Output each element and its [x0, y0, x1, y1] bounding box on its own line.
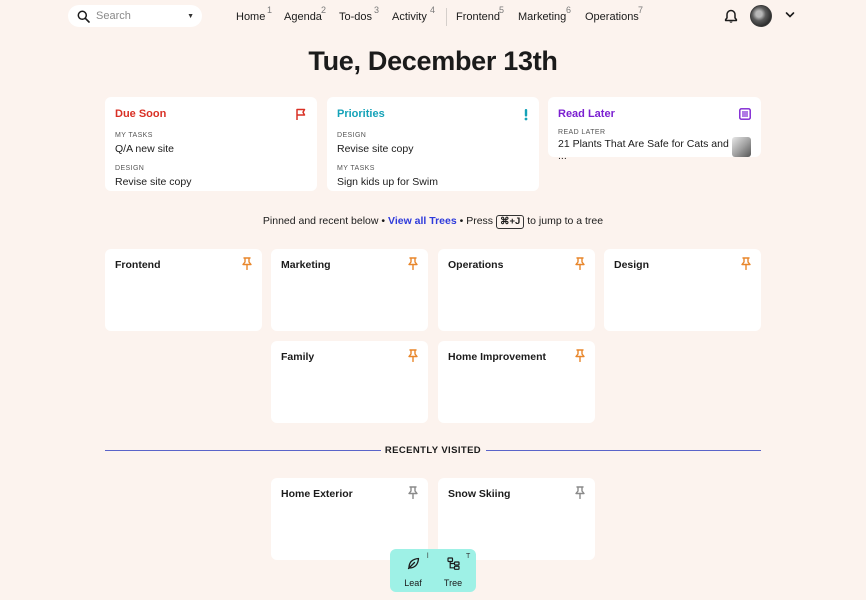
- nav-marketing[interactable]: Marketing 6: [518, 5, 571, 23]
- priorities-card[interactable]: Priorities DESIGN Revise site copy MY TA…: [327, 97, 539, 191]
- exclamation-icon: [524, 108, 528, 120]
- pin-icon[interactable]: [575, 349, 585, 362]
- pin-icon[interactable]: [242, 257, 252, 270]
- tree-card-operations[interactable]: Operations: [438, 249, 595, 331]
- pinned-hint-middle: • Press: [459, 215, 494, 227]
- nav-home[interactable]: Home 1: [236, 5, 272, 23]
- leaf-shortcut: l: [427, 553, 429, 560]
- pin-icon[interactable]: [741, 257, 751, 270]
- tree-card-marketing[interactable]: Marketing: [271, 249, 428, 331]
- task-group-label: MY TASKS: [115, 132, 153, 139]
- nav-frontend[interactable]: Frontend 5: [456, 5, 504, 23]
- tree-label: Tree: [443, 578, 463, 588]
- nav-activity-label: Activity: [392, 11, 427, 23]
- read-later-card[interactable]: Read Later READ LATER 21 Plants That Are…: [548, 97, 761, 162]
- create-action-bar: Leaf l Tree T: [390, 549, 476, 592]
- tree-card-family[interactable]: Family: [271, 341, 428, 423]
- nav-frontend-label: Frontend: [456, 11, 501, 23]
- flag-icon: [296, 108, 306, 120]
- priorities-title: Priorities: [337, 108, 385, 120]
- tree-name: Home Improvement: [448, 351, 547, 363]
- nav-home-label: Home: [236, 11, 266, 23]
- pin-icon[interactable]: [408, 349, 418, 362]
- task-item[interactable]: Sign kids up for Swim: [337, 176, 529, 188]
- page-title: Tue, December 13th: [308, 46, 558, 76]
- nav-shortcut: 7: [638, 5, 644, 15]
- tree-name: Frontend: [115, 259, 161, 271]
- tree-card-frontend[interactable]: Frontend: [105, 249, 262, 331]
- nav-operations[interactable]: Operations 7: [585, 5, 643, 23]
- task-group-label: DESIGN: [337, 132, 367, 139]
- nav-shortcut: 3: [374, 5, 380, 15]
- search-icon: [77, 10, 90, 23]
- pin-icon[interactable]: [408, 486, 418, 499]
- task-item[interactable]: Revise site copy: [115, 176, 307, 188]
- search-box[interactable]: ▼: [68, 5, 202, 27]
- tree-card-home-improvement[interactable]: Home Improvement: [438, 341, 595, 423]
- leaf-label: Leaf: [404, 578, 422, 588]
- tree-shortcut: T: [466, 553, 471, 560]
- tree-name: Design: [614, 259, 650, 271]
- leaf-icon: [407, 557, 419, 570]
- chevron-down-icon[interactable]: [785, 11, 795, 19]
- notifications-bell-icon[interactable]: [724, 9, 738, 24]
- read-later-title: Read Later: [558, 108, 615, 120]
- read-later-item[interactable]: 21 Plants That Are Safe for Cats and ...: [558, 138, 732, 162]
- due-soon-card[interactable]: Due Soon MY TASKS Q/A new site DESIGN Re…: [105, 97, 317, 191]
- list-icon: [739, 108, 751, 120]
- task-item[interactable]: Q/A new site: [115, 143, 307, 155]
- tree-hierarchy-icon: [446, 557, 460, 570]
- tree-name: Operations: [448, 259, 504, 271]
- pinned-hint-prefix: Pinned and recent below •: [262, 215, 386, 227]
- tree-card-home-exterior[interactable]: Home Exterior: [271, 478, 428, 560]
- task-item[interactable]: Revise site copy: [337, 143, 529, 155]
- nav-operations-label: Operations: [585, 11, 639, 23]
- view-all-trees-link[interactable]: View all Trees: [388, 215, 457, 227]
- nav-activity[interactable]: Activity 4: [392, 5, 435, 23]
- tree-name: Home Exterior: [281, 488, 353, 500]
- new-leaf-button[interactable]: Leaf l: [395, 553, 431, 588]
- new-tree-button[interactable]: Tree T: [435, 553, 471, 588]
- tree-name: Marketing: [281, 259, 331, 271]
- nav-shortcut: 2: [321, 5, 327, 15]
- due-soon-title: Due Soon: [115, 108, 167, 120]
- article-thumbnail: [731, 136, 751, 157]
- user-avatar[interactable]: [750, 5, 772, 27]
- nav-divider: [446, 8, 447, 26]
- nav-agenda-label: Agenda: [284, 11, 322, 23]
- jump-shortcut-key: ⌘+J: [495, 215, 525, 229]
- pinned-hint-suffix: to jump to a tree: [527, 215, 604, 227]
- nav-todos[interactable]: To-dos 3: [339, 5, 379, 23]
- pin-icon[interactable]: [575, 257, 585, 270]
- nav-shortcut: 4: [430, 5, 436, 15]
- nav-todos-label: To-dos: [339, 11, 373, 23]
- tree-card-design[interactable]: Design: [604, 249, 761, 331]
- pinned-hint: Pinned and recent below • View all Trees…: [0, 215, 866, 229]
- tree-name: Snow Skiing: [448, 488, 511, 500]
- search-scope-dropdown-icon[interactable]: ▼: [187, 13, 194, 20]
- nav-marketing-label: Marketing: [518, 11, 567, 23]
- nav-agenda[interactable]: Agenda 2: [284, 5, 326, 23]
- task-group-label: DESIGN: [115, 165, 145, 172]
- nav-shortcut: 1: [267, 5, 273, 15]
- nav-shortcut: 6: [566, 5, 572, 15]
- tree-card-snow-skiing[interactable]: Snow Skiing: [438, 478, 595, 560]
- recently-visited-heading: RECENTLY VISITED: [384, 445, 482, 456]
- nav-shortcut: 5: [499, 5, 505, 15]
- task-group-label: MY TASKS: [337, 165, 375, 172]
- pin-icon[interactable]: [575, 486, 585, 499]
- pin-icon[interactable]: [408, 257, 418, 270]
- search-input[interactable]: [96, 10, 180, 22]
- tree-name: Family: [281, 351, 315, 363]
